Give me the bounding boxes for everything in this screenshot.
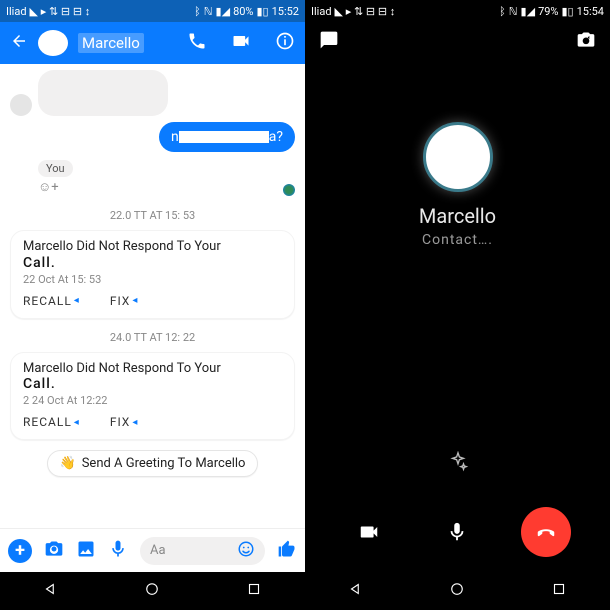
call-center: Marcello Contact…. <box>305 62 610 442</box>
info-icon[interactable] <box>275 31 295 55</box>
camera-icon[interactable] <box>44 539 64 563</box>
battery-icon: ▮▯ <box>561 5 573 18</box>
fix-button[interactable]: FIX◂ <box>110 294 139 308</box>
call-status-text: Contact…. <box>422 232 493 248</box>
call-time: 2 24 Oct At 12:22 <box>23 394 282 407</box>
gallery-icon[interactable] <box>76 539 96 563</box>
clock: 15:52 <box>272 5 299 18</box>
emoji-icon[interactable] <box>237 540 255 562</box>
status-bar: Iliad ◣ ▸ ⇅ ⊟ ⊟ ↕ ᛒ ℕ ▮◢ 80% ▮▯ 15:52 <box>0 0 305 22</box>
like-icon[interactable] <box>277 539 297 563</box>
call-topbar <box>305 22 610 62</box>
effects-icon[interactable] <box>438 442 478 482</box>
nav-back-icon[interactable] <box>42 580 60 602</box>
chat-icon[interactable] <box>319 30 339 54</box>
clock: 15:54 <box>577 5 604 18</box>
chat-body: na? You ☺+ 22.0 TT AT 15: 53 Marcello Di… <box>0 64 305 528</box>
missed-call-card[interactable]: Marcello Did Not Respond To Your Call. 2… <box>10 352 295 441</box>
battery-icon: ▮▯ <box>256 5 268 18</box>
reaction-you-label: You <box>38 160 73 177</box>
status-bar: Iliad ◣ ▸ ⇅ ⊟ ⊟ ↕ ᛒ ℕ ▮◢ 79% ▮▯ 15:54 <box>305 0 610 22</box>
chat-header: Marcello <box>0 22 305 64</box>
outgoing-message[interactable]: na? <box>10 122 295 152</box>
signal-icon: ▮◢ <box>216 5 231 18</box>
add-button[interactable]: + <box>8 539 32 563</box>
call-text: Marcello Did Not Respond To Your <box>23 361 282 377</box>
contact-name[interactable]: Marcello <box>78 33 144 53</box>
call-contact-name: Marcello <box>419 204 496 228</box>
recall-button[interactable]: RECALL◂ <box>23 294 80 308</box>
signal-icons: ◣ ▸ ⇅ ⊟ ⊟ ↕ <box>30 6 91 17</box>
nav-home-icon[interactable] <box>143 580 161 602</box>
mute-icon[interactable] <box>432 507 482 557</box>
message-bubble: na? <box>159 122 295 152</box>
messenger-chat-screen: Iliad ◣ ▸ ⇅ ⊟ ⊟ ↕ ᛒ ℕ ▮◢ 80% ▮▯ 15:52 Ma… <box>0 0 305 610</box>
call-time: 22 Oct At 15: 53 <box>23 273 282 286</box>
bluetooth-icon: ᛒ <box>499 5 506 18</box>
timestamp: 24.0 TT AT 12: 22 <box>10 331 295 344</box>
nav-recent-icon[interactable] <box>550 580 568 602</box>
carrier-label: Iliad <box>311 6 332 17</box>
recall-button[interactable]: RECALL◂ <box>23 415 80 429</box>
call-controls <box>305 492 610 572</box>
mic-icon[interactable] <box>108 539 128 563</box>
incoming-message <box>10 70 295 116</box>
add-reaction-icon[interactable]: ☺+ <box>38 179 59 195</box>
call-avatar <box>423 122 493 192</box>
back-icon[interactable] <box>10 32 28 54</box>
carrier-label: Iliad <box>6 6 27 17</box>
missed-call-card[interactable]: Marcello Did Not Respond To Your Call. 2… <box>10 230 295 319</box>
signal-icons: ◣ ▸ ⇅ ⊟ ⊟ ↕ <box>335 6 396 17</box>
toggle-video-icon[interactable] <box>344 507 394 557</box>
android-navbar <box>305 572 610 610</box>
video-call-icon[interactable] <box>231 31 251 55</box>
message-input[interactable]: Aa <box>140 537 265 565</box>
sender-avatar <box>10 94 32 116</box>
wave-icon: 👋 <box>60 456 76 471</box>
voice-call-icon[interactable] <box>187 31 207 55</box>
signal-icon: ▮◢ <box>521 5 536 18</box>
seen-indicator <box>283 184 295 196</box>
timestamp: 22.0 TT AT 15: 53 <box>10 209 295 222</box>
nfc-icon: ℕ <box>509 5 518 18</box>
bluetooth-icon: ᛒ <box>194 5 201 18</box>
send-greeting-button[interactable]: 👋 Send A Greeting To Marcello <box>47 450 259 477</box>
message-bubble[interactable] <box>38 70 168 116</box>
fix-button[interactable]: FIX◂ <box>110 415 139 429</box>
nav-home-icon[interactable] <box>448 580 466 602</box>
android-navbar <box>0 572 305 610</box>
contact-avatar[interactable] <box>38 30 68 56</box>
nav-recent-icon[interactable] <box>245 580 263 602</box>
battery-pct: 79% <box>538 5 558 18</box>
nav-back-icon[interactable] <box>347 580 365 602</box>
end-call-button[interactable] <box>521 507 571 557</box>
nfc-icon: ℕ <box>204 5 213 18</box>
message-composer: + Aa <box>0 528 305 572</box>
flip-camera-icon[interactable] <box>576 30 596 54</box>
call-text: Marcello Did Not Respond To Your <box>23 239 282 255</box>
calling-screen: Iliad ◣ ▸ ⇅ ⊟ ⊟ ↕ ᛒ ℕ ▮◢ 79% ▮▯ 15:54 Ma… <box>305 0 610 610</box>
battery-pct: 80% <box>233 5 253 18</box>
redacted-text <box>179 131 269 143</box>
